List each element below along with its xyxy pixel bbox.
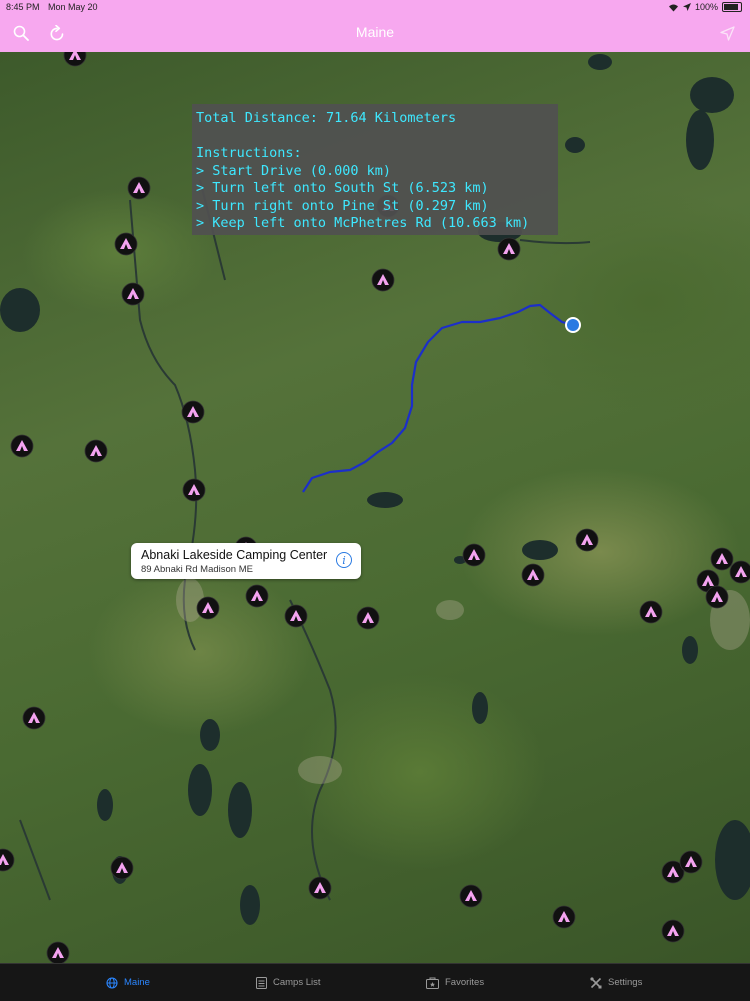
campsite-marker[interactable] [84, 439, 108, 463]
campsite-marker[interactable] [679, 850, 703, 874]
towns [176, 578, 750, 784]
campsite-marker[interactable] [0, 848, 15, 872]
campsite-marker[interactable] [639, 600, 663, 624]
campsite-marker[interactable] [462, 543, 486, 567]
campsite-marker[interactable] [63, 52, 87, 67]
campsite-marker[interactable] [22, 706, 46, 730]
navigation-bar: Maine [0, 14, 750, 52]
tab-camps-list[interactable]: Camps List [256, 964, 321, 1001]
campsite-marker[interactable] [245, 584, 269, 608]
total-distance: Total Distance: 71.64 Kilometers [196, 110, 457, 126]
tab-bar: Maine Camps List Favorites Settings [0, 963, 750, 1001]
battery-icon [722, 2, 742, 12]
campsite-marker[interactable] [705, 585, 729, 609]
directions-panel: Total Distance: 71.64 Kilometers Instruc… [192, 104, 558, 235]
campsite-marker[interactable] [182, 478, 206, 502]
campsite-callout[interactable]: Abnaki Lakeside Camping Center 89 Abnaki… [131, 543, 361, 579]
callout-address: 89 Abnaki Rd Madison ME [141, 564, 253, 575]
campsite-marker[interactable] [459, 884, 483, 908]
callout-title: Abnaki Lakeside Camping Center [141, 548, 328, 562]
user-location-dot[interactable] [567, 319, 579, 331]
direction-step: > Start Drive (0.000 km) [196, 162, 392, 179]
campsite-marker[interactable] [181, 400, 205, 424]
campsite-marker[interactable] [308, 876, 332, 900]
campsite-marker[interactable] [521, 563, 545, 587]
campsite-marker[interactable] [497, 237, 521, 261]
campsite-marker[interactable] [356, 606, 380, 630]
campsite-marker[interactable] [284, 604, 308, 628]
campsite-marker[interactable] [10, 434, 34, 458]
status-time: 8:45 PM [6, 2, 40, 12]
page-title: Maine [355, 24, 395, 40]
instructions-heading: Instructions: [196, 145, 302, 161]
status-bar: 8:45 PM Mon May 20 100% [0, 0, 750, 14]
settings-icon [590, 976, 602, 988]
battery-percent: 100% [694, 2, 718, 12]
campsite-marker[interactable] [552, 905, 576, 929]
wifi-icon [668, 4, 678, 11]
status-right: 100% [668, 2, 742, 12]
location-services-icon [682, 3, 691, 11]
campsite-marker[interactable] [575, 528, 599, 552]
direction-step: > Turn right onto Pine St (0.297 km) [196, 197, 489, 214]
tab-maine[interactable]: Maine [106, 964, 150, 1001]
campsite-marker[interactable] [661, 919, 685, 943]
campsite-marker[interactable] [46, 941, 70, 963]
tab-label: Settings [608, 977, 643, 988]
driving-route [302, 303, 574, 493]
globe-icon [106, 976, 118, 989]
tab-label: Favorites [445, 977, 485, 988]
tab-settings[interactable]: Settings [590, 964, 642, 1001]
campsite-marker[interactable] [121, 282, 145, 306]
satellite-map[interactable]: Total Distance: 71.64 Kilometers Instruc… [0, 52, 750, 963]
campsite-marker[interactable] [127, 176, 151, 200]
direction-step: > Keep left onto McPhetres Rd (10.663 km… [196, 215, 530, 231]
campsite-marker[interactable] [196, 596, 220, 620]
list-icon [256, 976, 267, 989]
info-icon[interactable]: i [336, 552, 352, 568]
tab-label: Camps List [273, 977, 321, 988]
tab-favorites[interactable]: Favorites [426, 964, 484, 1001]
campsite-marker[interactable] [114, 232, 138, 256]
direction-step: > Turn left onto South St (6.523 km) [196, 180, 489, 196]
status-date: Mon May 20 [48, 2, 98, 12]
favorites-icon [426, 977, 439, 989]
current-location-button[interactable] [716, 22, 738, 44]
campsite-marker[interactable] [110, 856, 134, 880]
campsite-marker[interactable] [710, 547, 734, 571]
location-arrow-icon [719, 25, 735, 41]
campsite-marker[interactable] [371, 268, 395, 292]
tab-label: Maine [124, 977, 150, 988]
campsite-marker[interactable] [729, 560, 750, 584]
